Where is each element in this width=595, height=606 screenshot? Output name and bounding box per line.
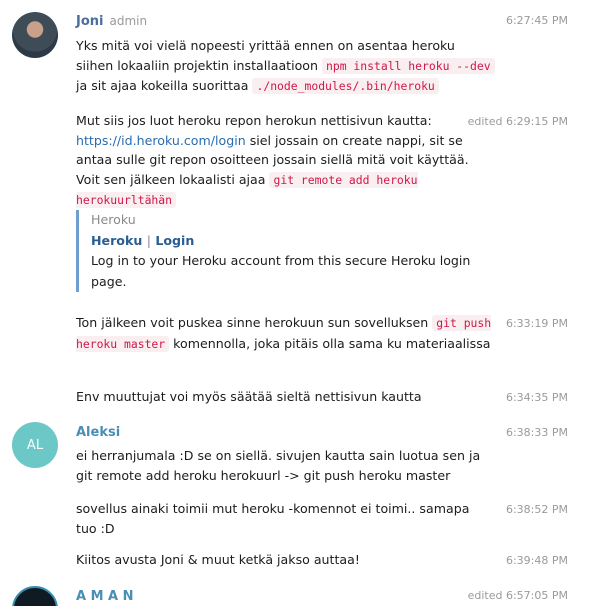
title-part[interactable]: Heroku xyxy=(91,233,142,248)
author-name[interactable]: Aleksi xyxy=(76,425,120,440)
text: Ton jälkeen voit puskea sinne herokuun s… xyxy=(76,315,433,330)
preview-description: Log in to your Heroku account from this … xyxy=(91,253,471,289)
message-header: Joni admin xyxy=(76,11,496,32)
text: Mut siis jos luot heroku repon herokun n… xyxy=(76,113,432,128)
avatar-aman[interactable] xyxy=(12,586,58,606)
message-text: Env muuttujat voi myös säätää sieltä net… xyxy=(76,389,422,404)
link-preview: Heroku Heroku | Login Log in to your Her… xyxy=(76,210,471,292)
inline-code: ./node_modules/.bin/heroku xyxy=(252,78,439,95)
author-name[interactable]: A M A N xyxy=(76,589,134,604)
message-header: Aleksi xyxy=(76,422,496,443)
text: ja sit ajaa kokeilla suorittaa xyxy=(76,78,253,94)
preview-title[interactable]: Heroku | Login xyxy=(91,231,471,252)
author-name[interactable]: Joni xyxy=(76,14,103,29)
timestamp: 6:34:35 PM xyxy=(505,391,568,404)
title-part[interactable]: Login xyxy=(155,233,194,248)
timestamp: 6:39:48 PM xyxy=(505,554,568,567)
message-text: Ton jälkeen voit puskea sinne herokuun s… xyxy=(76,313,496,354)
timestamp: 6:38:52 PM xyxy=(505,503,568,516)
timestamp: 6:27:45 PM xyxy=(505,14,568,27)
message-text: Yks mitä voi vielä nopeesti yrittää enne… xyxy=(76,36,496,97)
timestamp: edited 6:57:05 PM xyxy=(467,589,568,602)
link[interactable]: https://id.heroku.com/login xyxy=(76,133,246,148)
text: komennolla, joka pitäis olla sama ku mat… xyxy=(169,335,491,351)
avatar-joni[interactable] xyxy=(12,12,58,58)
chat-view: Joni admin 6:27:45 PM Yks mitä voi vielä … xyxy=(0,0,595,606)
inline-code: npm install heroku --dev xyxy=(322,57,495,74)
author-role: admin xyxy=(109,14,148,28)
preview-site: Heroku xyxy=(91,212,136,227)
timestamp: 6:38:33 PM xyxy=(505,426,568,439)
avatar-aleksi[interactable]: AL xyxy=(12,422,58,468)
timestamp: 6:33:19 PM xyxy=(505,317,568,330)
message-text: sovellus ainaki toimii mut heroku -komen… xyxy=(76,501,470,536)
message-text: Mut siis jos luot heroku repon herokun n… xyxy=(76,111,496,211)
separator: | xyxy=(146,232,151,248)
message-text: ei herranjumala :D se on siellä. sivujen… xyxy=(76,448,481,483)
message-text: Kiitos avusta Joni & muut ketkä jakso au… xyxy=(76,552,360,567)
avatar-initials: AL xyxy=(26,437,44,453)
message-header: A M A N xyxy=(76,586,496,606)
